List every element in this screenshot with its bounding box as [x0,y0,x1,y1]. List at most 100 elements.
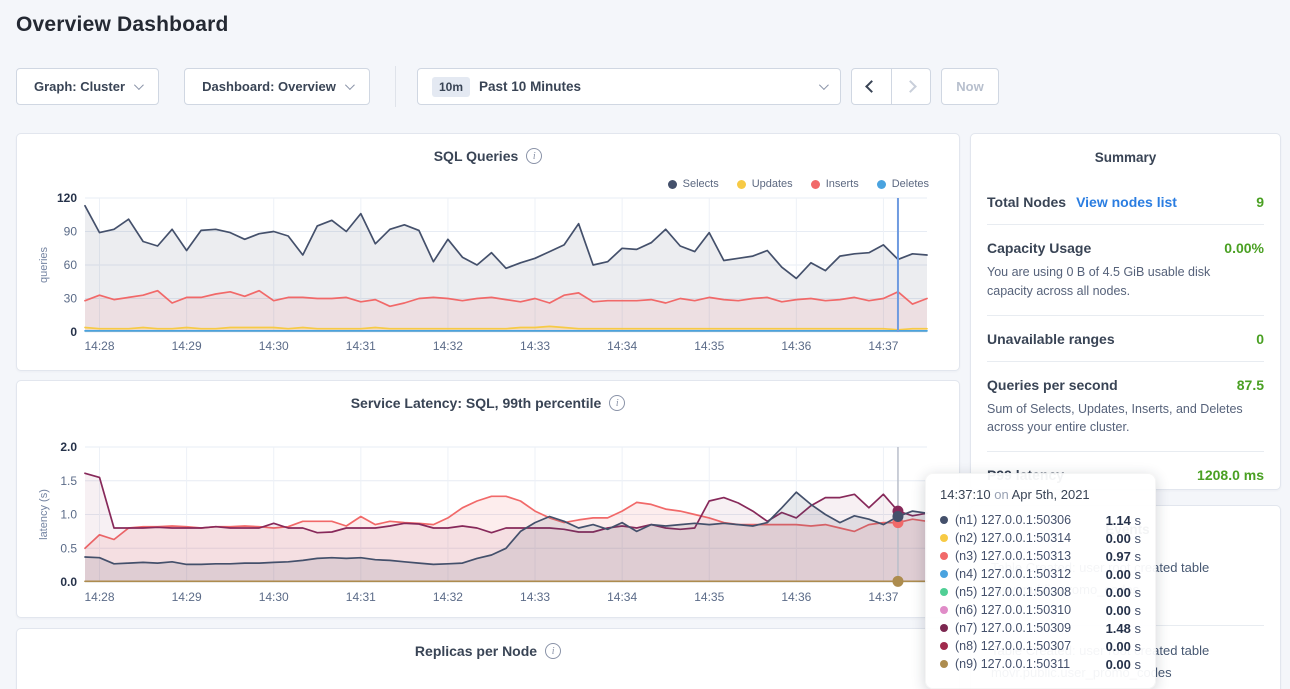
svg-text:14:30: 14:30 [259,339,289,353]
svg-text:14:37: 14:37 [868,339,898,353]
tooltip-node-value: 1.14 s [1106,513,1141,528]
p99-latency-value: 1208.0 ms [1197,467,1264,483]
qps-value: 87.5 [1237,377,1264,393]
tooltip-node-label: (n3) 127.0.0.1:50313 [955,549,1071,563]
tooltip-node-label: (n5) 127.0.0.1:50308 [955,585,1071,599]
controls-divider [395,66,396,107]
svg-text:90: 90 [64,225,78,239]
tooltip-node-row: (n5) 127.0.0.1:503080.00 s [940,583,1141,601]
legend-item-deletes[interactable]: Deletes [877,178,929,190]
svg-text:14:28: 14:28 [85,339,115,353]
legend-label: Selects [683,178,719,190]
summary-row-capacity: Capacity Usage 0.00% [987,225,1264,256]
svg-text:14:36: 14:36 [781,590,811,604]
svg-text:120: 120 [57,191,77,205]
tooltip-node-label: (n2) 127.0.0.1:50314 [955,531,1071,545]
svg-text:14:29: 14:29 [172,339,202,353]
chevron-down-icon [819,80,829,90]
total-nodes-label: Total Nodes [987,194,1066,210]
tooltip-node-label: (n4) 127.0.0.1:50312 [955,567,1071,581]
dashboard-dropdown[interactable]: Dashboard: Overview [184,68,370,105]
svg-text:latency (s): latency (s) [38,489,50,540]
node-color-dot-icon [940,624,948,632]
info-icon[interactable] [545,643,561,659]
svg-text:0.5: 0.5 [60,541,77,555]
sql-queries-chart[interactable]: 030609012014:2814:2914:3014:3114:3214:33… [35,190,943,360]
latency-title: Service Latency: SQL, 99th percentile [351,395,602,411]
time-range-label: Past 10 Minutes [479,79,581,94]
summary-panel: Summary Total Nodes View nodes list 9 Ca… [970,133,1281,490]
tooltip-node-value: 0.00 s [1106,639,1141,654]
replicas-title: Replicas per Node [415,643,537,659]
svg-text:14:33: 14:33 [520,590,550,604]
chevron-left-icon [865,80,878,93]
tooltip-node-label: (n6) 127.0.0.1:50310 [955,603,1071,617]
summary-title: Summary [987,150,1264,165]
info-icon[interactable] [526,148,542,164]
capacity-value: 0.00% [1224,240,1264,256]
chart-legend: Selects Updates Inserts Deletes [668,178,929,190]
svg-text:0.0: 0.0 [60,575,77,589]
tooltip-node-row: (n8) 127.0.0.1:503070.00 s [940,637,1141,655]
tooltip-node-value: 0.00 s [1106,531,1141,546]
time-prev-button[interactable] [852,69,892,104]
tooltip-node-value: 0.00 s [1106,657,1141,672]
svg-text:14:35: 14:35 [694,590,724,604]
node-color-dot-icon [940,642,948,650]
node-color-dot-icon [940,570,948,578]
svg-text:14:32: 14:32 [433,339,463,353]
legend-item-selects[interactable]: Selects [668,178,719,190]
node-color-dot-icon [940,660,948,668]
tooltip-node-unit: s [1131,621,1141,636]
tooltip-node-unit: s [1131,513,1141,528]
chevron-down-icon [134,80,144,90]
latency-card: Service Latency: SQL, 99th percentile 0.… [16,380,960,618]
time-range-picker[interactable]: 10m Past 10 Minutes [417,68,841,105]
capacity-label: Capacity Usage [987,240,1091,256]
svg-text:queries: queries [38,246,50,283]
view-nodes-link[interactable]: View nodes list [1076,194,1177,210]
legend-item-updates[interactable]: Updates [737,178,793,190]
svg-text:14:31: 14:31 [346,590,376,604]
sql-queries-card: SQL Queries Selects Updates Inserts Deletes… [16,133,960,371]
tooltip-node-label: (n1) 127.0.0.1:50306 [955,513,1071,527]
chart-hover-tooltip: 14:37:10 on Apr 5th, 2021 (n1) 127.0.0.1… [925,473,1156,689]
tooltip-node-label: (n7) 127.0.0.1:50309 [955,621,1071,635]
tooltip-node-value: 0.00 s [1106,567,1141,582]
svg-text:1.5: 1.5 [60,474,77,488]
svg-text:30: 30 [64,292,78,306]
replicas-card: Replicas per Node [16,628,960,689]
tooltip-node-value: 0.97 s [1106,549,1141,564]
tooltip-node-value: 0.00 s [1106,603,1141,618]
time-next-button[interactable] [892,69,931,104]
svg-text:14:28: 14:28 [85,590,115,604]
tooltip-timestamp: 14:37:10 on Apr 5th, 2021 [940,487,1141,502]
sql-queries-title: SQL Queries [434,148,519,164]
svg-text:14:30: 14:30 [259,590,289,604]
tooltip-node-row: (n3) 127.0.0.1:50313 0.97 s [940,547,1141,565]
legend-dot-icon [668,180,677,189]
tooltip-node-unit: s [1131,531,1141,546]
total-nodes-value: 9 [1256,194,1264,210]
graph-dropdown-label: Graph: Cluster [34,79,125,94]
tooltip-node-row: (n9) 127.0.0.1:50311 0.00 s [940,655,1141,673]
unavailable-ranges-label: Unavailable ranges [987,331,1115,347]
tooltip-node-row: (n2) 127.0.0.1:50314 0.00 s [940,529,1141,547]
now-button[interactable]: Now [941,68,999,105]
legend-label: Deletes [892,178,929,190]
node-color-dot-icon [940,516,948,524]
svg-text:14:35: 14:35 [694,339,724,353]
node-color-dot-icon [940,606,948,614]
node-color-dot-icon [940,588,948,596]
summary-row-qps: Queries per second 87.5 [987,362,1264,393]
tooltip-node-value: 1.48 s [1106,621,1141,636]
graph-dropdown[interactable]: Graph: Cluster [16,68,159,105]
info-icon[interactable] [609,395,625,411]
svg-text:14:37: 14:37 [868,590,898,604]
legend-item-inserts[interactable]: Inserts [811,178,859,190]
node-color-dot-icon [940,552,948,560]
time-nav-group [851,68,931,105]
latency-chart[interactable]: 0.00.51.01.52.014:2814:2914:3014:3114:32… [35,431,943,611]
tooltip-node-label: (n9) 127.0.0.1:50311 [955,657,1070,671]
summary-row-unavailable: Unavailable ranges 0 [987,316,1264,347]
